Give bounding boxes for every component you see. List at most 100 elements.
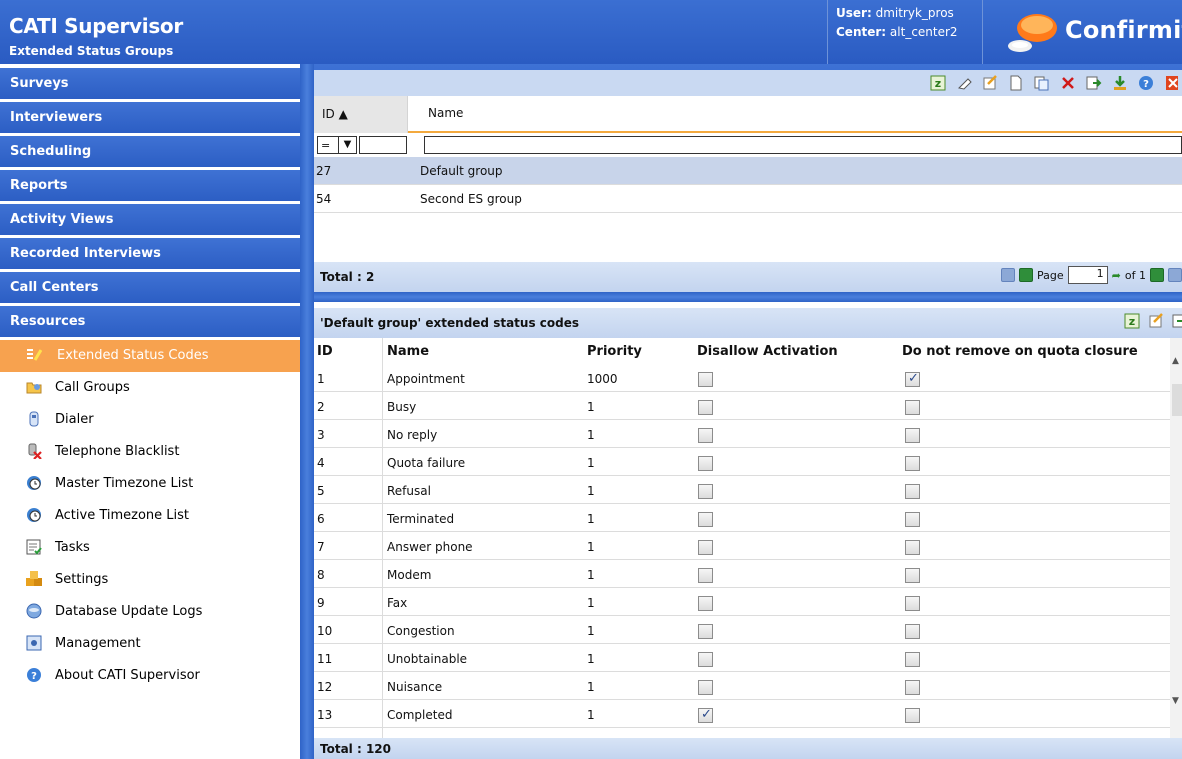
disallow-activation-checkbox[interactable] bbox=[698, 680, 713, 695]
disallow-activation-checkbox[interactable] bbox=[698, 652, 713, 667]
sidebar-item-telephone-blacklist[interactable]: Telephone Blacklist bbox=[0, 436, 300, 468]
column-header-name[interactable]: Name bbox=[428, 106, 463, 120]
filter-operator-select[interactable]: = ▼ bbox=[317, 136, 357, 154]
help-button[interactable]: ? bbox=[1136, 73, 1156, 93]
prev-page-button[interactable] bbox=[1019, 268, 1034, 282]
copy-button[interactable] bbox=[1032, 73, 1052, 93]
code-id: 10 bbox=[317, 624, 333, 638]
export-button[interactable] bbox=[1084, 73, 1104, 93]
delete-button[interactable] bbox=[1058, 73, 1078, 93]
disallow-activation-checkbox[interactable] bbox=[698, 624, 713, 639]
nav-recorded-interviews[interactable]: Recorded Interviews bbox=[0, 238, 300, 269]
sidebar-item-dialer[interactable]: Dialer bbox=[0, 404, 300, 436]
export-icon[interactable] bbox=[1172, 313, 1182, 329]
code-name: Refusal bbox=[387, 484, 431, 498]
disallow-activation-checkbox[interactable] bbox=[698, 456, 713, 471]
disallow-activation-checkbox[interactable] bbox=[698, 596, 713, 611]
page-number-input[interactable]: 1 bbox=[1067, 266, 1108, 284]
horizontal-splitter[interactable] bbox=[314, 292, 1182, 302]
disallow-activation-checkbox[interactable] bbox=[698, 512, 713, 527]
do-not-remove-checkbox[interactable] bbox=[905, 428, 920, 443]
sidebar-item-management[interactable]: Management bbox=[0, 628, 300, 660]
disallow-activation-checkbox[interactable] bbox=[698, 428, 713, 443]
table-row[interactable]: 3 No reply 1 bbox=[314, 420, 1170, 448]
edit-button[interactable] bbox=[980, 73, 1000, 93]
nav-scheduling[interactable]: Scheduling bbox=[0, 136, 300, 167]
table-row[interactable]: 11 Unobtainable 1 bbox=[314, 644, 1170, 672]
chevron-down-icon[interactable]: ▼ bbox=[338, 137, 356, 153]
do-not-remove-checkbox[interactable] bbox=[905, 512, 920, 527]
disallow-activation-checkbox[interactable] bbox=[698, 540, 713, 555]
clear-filter-button[interactable] bbox=[954, 73, 974, 93]
disallow-activation-checkbox[interactable] bbox=[698, 400, 713, 415]
nav-resources[interactable]: Resources bbox=[0, 306, 300, 337]
table-row[interactable]: 10 Congestion 1 bbox=[314, 616, 1170, 644]
filter-name-input[interactable] bbox=[424, 136, 1182, 154]
column-header-id[interactable]: ID ▲ bbox=[314, 96, 408, 133]
refresh-button[interactable]: z bbox=[928, 73, 948, 93]
sidebar-item-call-groups[interactable]: Call Groups bbox=[0, 372, 300, 404]
disallow-activation-checkbox[interactable] bbox=[698, 484, 713, 499]
sidebar-item-tasks[interactable]: Tasks bbox=[0, 532, 300, 564]
sidebar-item-active-timezone-list[interactable]: Active Timezone List bbox=[0, 500, 300, 532]
new-button[interactable] bbox=[1006, 73, 1026, 93]
sidebar-item-settings[interactable]: Settings bbox=[0, 564, 300, 596]
close-button[interactable] bbox=[1162, 73, 1182, 93]
scroll-up-icon[interactable]: ▲ bbox=[1172, 356, 1179, 366]
group-id: 54 bbox=[316, 192, 332, 206]
do-not-remove-checkbox[interactable] bbox=[905, 596, 920, 611]
sidebar-item-about[interactable]: ? About CATI Supervisor bbox=[0, 660, 300, 692]
column-header-name[interactable]: Name bbox=[387, 344, 429, 359]
table-row[interactable]: 1 Appointment 1000 bbox=[314, 364, 1170, 392]
nav-reports[interactable]: Reports bbox=[0, 170, 300, 201]
edit-icon bbox=[983, 75, 997, 90]
table-row[interactable]: 2 Busy 1 bbox=[314, 392, 1170, 420]
scroll-down-icon[interactable]: ▼ bbox=[1172, 696, 1179, 706]
do-not-remove-checkbox[interactable] bbox=[905, 400, 920, 415]
table-row[interactable]: 4 Quota failure 1 bbox=[314, 448, 1170, 476]
sidebar-item-extended-status-codes[interactable]: Extended Status Codes bbox=[0, 340, 300, 372]
vertical-splitter[interactable] bbox=[300, 64, 314, 759]
do-not-remove-checkbox[interactable] bbox=[905, 371, 920, 387]
import-button[interactable] bbox=[1110, 73, 1130, 93]
sidebar-item-master-timezone-list[interactable]: Master Timezone List bbox=[0, 468, 300, 500]
last-page-button[interactable] bbox=[1168, 268, 1182, 282]
disallow-activation-checkbox[interactable] bbox=[698, 372, 713, 387]
filter-id-input[interactable] bbox=[359, 136, 407, 154]
column-header-do-not-remove[interactable]: Do not remove on quota closure bbox=[902, 344, 1138, 359]
do-not-remove-checkbox[interactable] bbox=[905, 708, 920, 723]
first-page-button[interactable] bbox=[1001, 268, 1016, 282]
table-row[interactable]: 8 Modem 1 bbox=[314, 560, 1170, 588]
do-not-remove-checkbox[interactable] bbox=[905, 624, 920, 639]
nav-activity-views[interactable]: Activity Views bbox=[0, 204, 300, 235]
table-row[interactable]: 54 Second ES group bbox=[314, 185, 1182, 213]
table-row[interactable]: 27 Default group bbox=[314, 157, 1182, 185]
do-not-remove-checkbox[interactable] bbox=[905, 652, 920, 667]
do-not-remove-checkbox[interactable] bbox=[905, 456, 920, 471]
table-row[interactable]: 6 Terminated 1 bbox=[314, 504, 1170, 532]
table-row[interactable]: 9 Fax 1 bbox=[314, 588, 1170, 616]
do-not-remove-checkbox[interactable] bbox=[905, 540, 920, 555]
go-arrow-icon[interactable]: ➦ bbox=[1112, 269, 1121, 282]
refresh-icon[interactable]: z bbox=[1124, 313, 1140, 329]
column-header-disallow-activation[interactable]: Disallow Activation bbox=[697, 344, 838, 359]
table-row[interactable]: 7 Answer phone 1 bbox=[314, 532, 1170, 560]
codes-scrollbar[interactable]: ▲ ▼ bbox=[1170, 338, 1182, 738]
sidebar-item-database-update-logs[interactable]: Database Update Logs bbox=[0, 596, 300, 628]
do-not-remove-checkbox[interactable] bbox=[905, 568, 920, 583]
column-header-id[interactable]: ID bbox=[317, 344, 333, 359]
nav-surveys[interactable]: Surveys bbox=[0, 68, 300, 99]
table-row[interactable]: 5 Refusal 1 bbox=[314, 476, 1170, 504]
disallow-activation-checkbox[interactable] bbox=[698, 707, 713, 723]
table-row[interactable]: 13 Completed 1 bbox=[314, 700, 1170, 728]
do-not-remove-checkbox[interactable] bbox=[905, 680, 920, 695]
do-not-remove-checkbox[interactable] bbox=[905, 484, 920, 499]
nav-call-centers[interactable]: Call Centers bbox=[0, 272, 300, 303]
nav-interviewers[interactable]: Interviewers bbox=[0, 102, 300, 133]
edit-icon[interactable] bbox=[1148, 313, 1164, 329]
column-header-priority[interactable]: Priority bbox=[587, 344, 642, 359]
disallow-activation-checkbox[interactable] bbox=[698, 568, 713, 583]
table-row[interactable]: 12 Nuisance 1 bbox=[314, 672, 1170, 700]
scroll-thumb[interactable] bbox=[1172, 384, 1182, 416]
next-page-button[interactable] bbox=[1150, 268, 1164, 282]
